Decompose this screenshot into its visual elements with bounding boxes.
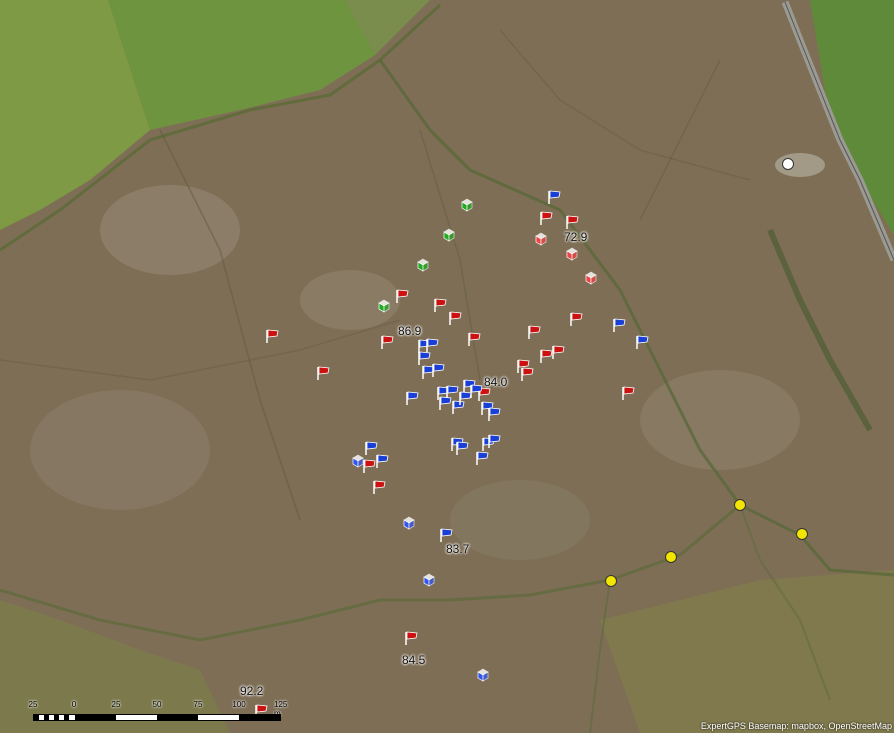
red-flag-icon[interactable] — [566, 215, 579, 229]
blue-flag-icon[interactable] — [406, 391, 419, 405]
blue-cube-icon[interactable] — [352, 454, 364, 468]
scale-label: 75 — [193, 700, 203, 709]
scale-label: 50 — [152, 700, 162, 709]
red-flag-icon[interactable] — [570, 312, 583, 326]
blue-flag-icon[interactable] — [440, 528, 453, 542]
elevation-label-840: 84.0 — [484, 375, 508, 389]
red-flag-icon[interactable] — [373, 480, 386, 494]
elevation-label-869: 86.9 — [398, 324, 422, 338]
red-flag-icon[interactable] — [468, 332, 481, 346]
blue-flag-icon[interactable] — [456, 441, 469, 455]
blue-flag-icon[interactable] — [418, 351, 431, 365]
marker-layer — [255, 158, 808, 718]
blue-flag-icon[interactable] — [476, 451, 489, 465]
yellow-dot-icon[interactable] — [665, 551, 677, 563]
elevation-label-837: 83.7 — [446, 542, 470, 556]
scale-label: 0 — [71, 700, 77, 709]
red-flag-icon[interactable] — [405, 631, 418, 645]
red-flag-icon[interactable] — [317, 366, 330, 380]
green-cube-icon[interactable] — [417, 258, 429, 272]
red-flag-icon[interactable] — [552, 345, 565, 359]
blue-flag-icon[interactable] — [636, 335, 649, 349]
elevation-label-922: 92.2 — [240, 684, 264, 698]
scale-label: 100 — [232, 700, 246, 709]
green-cube-icon[interactable] — [461, 198, 473, 212]
red-flag-icon[interactable] — [622, 386, 635, 400]
blue-cube-icon[interactable] — [403, 516, 415, 530]
blue-flag-icon[interactable] — [439, 396, 452, 410]
red-flag-icon[interactable] — [363, 459, 376, 473]
red-cube-icon[interactable] — [585, 271, 597, 285]
red-flag-icon[interactable] — [540, 211, 553, 225]
blue-flag-icon[interactable] — [432, 363, 445, 377]
blue-flag-icon[interactable] — [452, 400, 465, 414]
blue-flag-icon[interactable] — [376, 454, 389, 468]
yellow-dot-icon[interactable] — [734, 499, 746, 511]
blue-flag-icon[interactable] — [548, 190, 561, 204]
white-dot-icon[interactable] — [782, 158, 794, 170]
blue-cube-icon[interactable] — [423, 573, 435, 587]
blue-cube-icon[interactable] — [477, 668, 489, 682]
red-flag-icon[interactable] — [434, 298, 447, 312]
red-cube-icon[interactable] — [566, 247, 578, 261]
scale-label: 25 — [111, 700, 121, 709]
red-flag-icon[interactable] — [381, 335, 394, 349]
blue-flag-icon[interactable] — [488, 434, 501, 448]
yellow-dot-icon[interactable] — [796, 528, 808, 540]
red-flag-icon[interactable] — [266, 329, 279, 343]
blue-flag-icon[interactable] — [446, 385, 459, 399]
red-cube-icon[interactable] — [535, 232, 547, 246]
red-flag-icon[interactable] — [449, 311, 462, 325]
red-flag-icon[interactable] — [528, 325, 541, 339]
elevation-label-845: 84.5 — [402, 653, 426, 667]
scale-bar-graphic — [33, 714, 281, 721]
blue-flag-icon[interactable] — [488, 407, 501, 421]
green-cube-icon[interactable] — [378, 299, 390, 313]
map-attribution: ExpertGPS Basemap: mapbox, OpenStreetMap — [700, 721, 892, 731]
red-flag-icon[interactable] — [521, 367, 534, 381]
blue-flag-icon[interactable] — [426, 338, 439, 352]
blue-flag-icon[interactable] — [365, 441, 378, 455]
red-flag-icon[interactable] — [396, 289, 409, 303]
scale-bar: 25 0 25 50 75 100 125 m — [28, 700, 298, 726]
red-flag-icon[interactable] — [540, 349, 553, 363]
scale-label: 25 — [28, 700, 38, 709]
green-cube-icon[interactable] — [443, 228, 455, 242]
yellow-dot-icon[interactable] — [605, 575, 617, 587]
elevation-label-729: 72.9 — [564, 230, 588, 244]
map-view[interactable]: 72.9 86.9 84.0 83.7 84.5 92.2 25 0 25 50… — [0, 0, 894, 733]
blue-flag-icon[interactable] — [613, 318, 626, 332]
